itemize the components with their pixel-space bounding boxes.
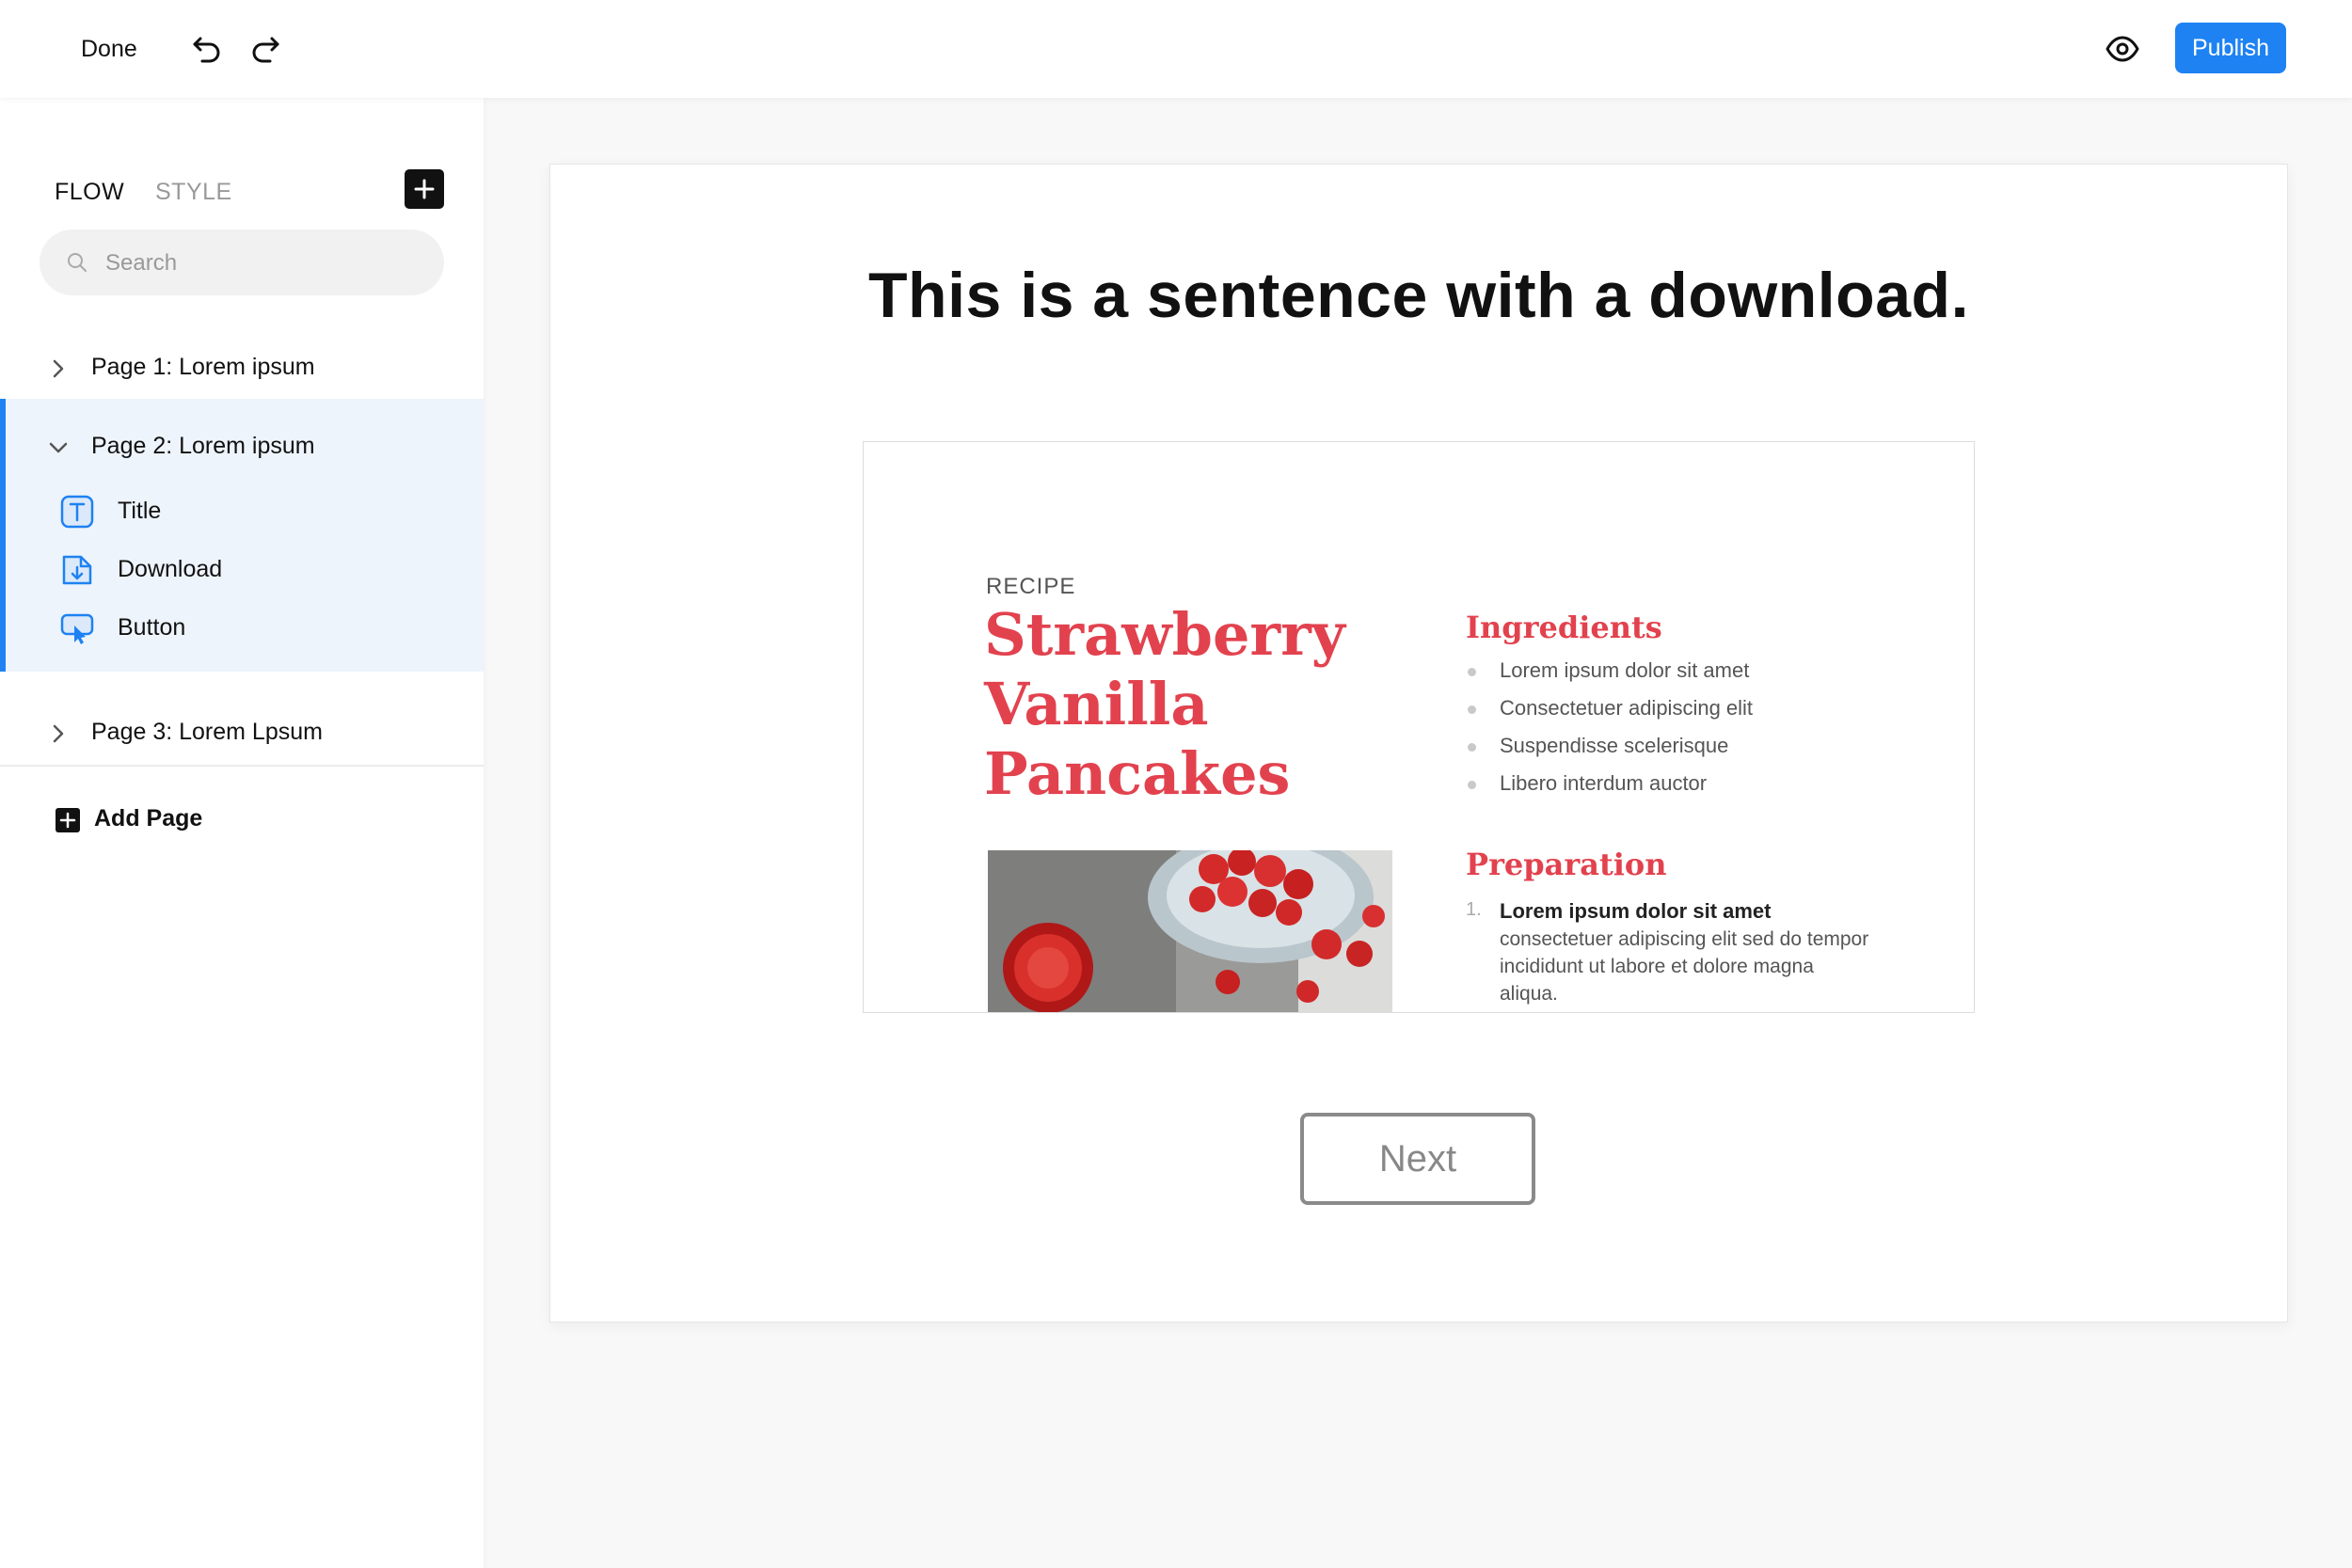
ingredient-text: Libero interdum auctor: [1500, 771, 1708, 795]
step-number: 1.: [1466, 899, 1482, 920]
recipe-title-line: Pancakes: [984, 739, 1291, 808]
top-toolbar: Done Publish: [0, 0, 2352, 98]
page-item-label: Page 2: Lorem ipsum: [91, 433, 315, 459]
chevron-down-icon[interactable]: [45, 435, 72, 461]
ingredient-text: Consectetuer adipiscing elit: [1500, 696, 1754, 720]
element-item-title[interactable]: Title: [0, 482, 484, 540]
bullet-icon: [1468, 668, 1476, 676]
bullet-icon: [1468, 781, 1476, 789]
undo-icon[interactable]: [186, 28, 228, 70]
ingredients-list: Lorem ipsum dolor sit amet Consectetuer …: [1466, 657, 1753, 807]
recipe-label: RECIPE: [986, 574, 1076, 599]
download-preview[interactable]: RECIPE Strawberry Vanilla Pancakes Ingre…: [863, 441, 1975, 1013]
tab-flow[interactable]: FLOW: [55, 175, 124, 209]
page-title[interactable]: This is a sentence with a download.: [550, 259, 2287, 332]
add-element-button[interactable]: [405, 169, 444, 209]
preparation-heading: Preparation: [1466, 847, 1667, 882]
element-item-button[interactable]: Button: [0, 598, 484, 657]
plus-icon: [414, 179, 435, 199]
element-item-download[interactable]: Download: [0, 540, 484, 598]
page-item-2[interactable]: Page 2: Lorem ipsum: [0, 399, 484, 483]
sidebar-divider: [0, 765, 484, 767]
redo-icon[interactable]: [245, 28, 286, 70]
download-file-icon: [62, 555, 92, 585]
page-group-expanded: Page 2: Lorem ipsum Title Download Butto…: [0, 399, 484, 672]
title-text-icon: [60, 495, 94, 529]
list-item: Suspendisse scelerisque: [1466, 732, 1753, 769]
bullet-icon: [1468, 705, 1476, 714]
chevron-right-icon[interactable]: [45, 356, 72, 382]
page-item-label: Page 1: Lorem ipsum: [91, 354, 315, 380]
search-box: [40, 230, 444, 297]
next-button[interactable]: Next: [1300, 1113, 1535, 1205]
recipe-title-line: Vanilla: [984, 670, 1209, 738]
ingredients-heading: Ingredients: [1466, 610, 1662, 645]
list-item: Lorem ipsum dolor sit amet: [1466, 657, 1753, 694]
add-page-label: Add Page: [94, 805, 203, 832]
search-icon: [68, 253, 87, 272]
list-item: Libero interdum auctor: [1466, 769, 1753, 807]
list-item: Consectetuer adipiscing elit: [1466, 694, 1753, 732]
element-item-label: Title: [118, 498, 162, 524]
button-cursor-icon: [60, 613, 94, 644]
chevron-right-icon[interactable]: [45, 721, 72, 747]
eye-icon[interactable]: [2102, 28, 2143, 70]
ingredient-text: Suspendisse scelerisque: [1500, 734, 1729, 757]
tab-style[interactable]: STYLE: [155, 175, 232, 209]
element-item-label: Download: [118, 556, 223, 582]
element-item-label: Button: [118, 614, 186, 641]
ingredient-text: Lorem ipsum dolor sit amet: [1500, 658, 1750, 682]
search-input[interactable]: [103, 230, 427, 297]
step-text: consectetuer adipiscing elit sed do temp…: [1500, 928, 1869, 1005]
bullet-icon: [1468, 743, 1476, 752]
done-button[interactable]: Done: [81, 28, 137, 70]
step-title: Lorem ipsum dolor sit amet: [1500, 899, 1772, 923]
page-canvas: This is a sentence with a download. RECI…: [549, 164, 2288, 1323]
strawberry-photo: [988, 850, 1392, 1012]
recipe-title-line: Strawberry: [984, 600, 1345, 669]
flow-sidebar: FLOW STYLE Page 1: Lorem ipsum Page 2: L…: [0, 98, 484, 1568]
page-item-label: Page 3: Lorem Lpsum: [91, 719, 323, 745]
plus-square-icon: [56, 808, 80, 832]
recipe-title: Strawberry Vanilla Pancakes: [984, 600, 1379, 809]
publish-button[interactable]: Publish: [2175, 23, 2286, 73]
